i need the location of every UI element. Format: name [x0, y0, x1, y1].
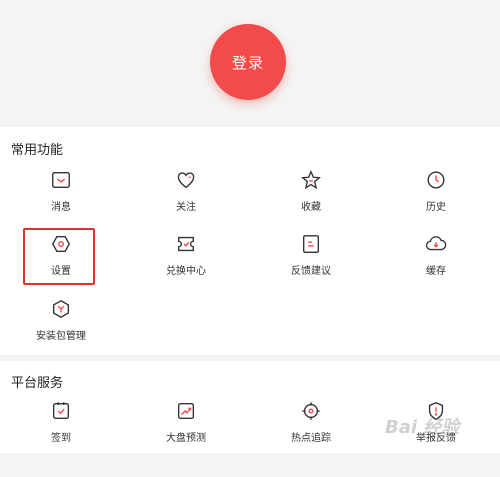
menu-item-label: 大盘预测 [166, 433, 206, 444]
menu-item-message[interactable]: 消息 [11, 168, 111, 222]
menu-item-market-forecast[interactable]: 大盘预测 [136, 399, 236, 453]
menu-item-label: 安装包管理 [36, 331, 86, 342]
menu-item-cache[interactable]: 缓存 [386, 232, 486, 286]
menu-item-label: 历史 [426, 202, 446, 213]
clock-icon [424, 168, 448, 192]
common-functions-section: 常用功能 消息 关注 收藏 历史 设置 兑换中心 反馈建议 缓存 安装包管理 [0, 127, 500, 355]
menu-item-label: 缓存 [426, 266, 446, 277]
menu-item-label: 热点追踪 [291, 433, 331, 444]
feedback-icon [299, 232, 323, 256]
menu-item-feedback[interactable]: 反馈建议 [261, 232, 361, 286]
menu-item-checkin[interactable]: 签到 [11, 399, 111, 453]
menu-item-history[interactable]: 历史 [386, 168, 486, 222]
menu-item-follow[interactable]: 关注 [136, 168, 236, 222]
section-title-common: 常用功能 [11, 143, 64, 158]
menu-item-label: 关注 [176, 202, 196, 213]
login-button[interactable]: 登录 [210, 24, 286, 100]
star-icon [299, 168, 323, 192]
header-area: 登录 [0, 0, 500, 127]
menu-item-label: 消息 [51, 202, 71, 213]
message-icon [49, 168, 73, 192]
checkin-icon [49, 399, 73, 423]
settings-highlight-box [23, 228, 95, 285]
section-title-platform: 平台服务 [11, 376, 64, 391]
menu-item-package-manager[interactable]: 安装包管理 [11, 297, 111, 351]
cloud-download-icon [424, 232, 448, 256]
menu-item-hot-tracking[interactable]: 热点追踪 [261, 399, 361, 453]
menu-item-label: 兑换中心 [166, 266, 206, 277]
watermark: Bai 经验 [385, 417, 460, 438]
menu-item-favorites[interactable]: 收藏 [261, 168, 361, 222]
menu-item-label: 签到 [51, 433, 71, 444]
trend-chart-icon [174, 399, 198, 423]
target-icon [299, 399, 323, 423]
exchange-icon [174, 232, 198, 256]
heart-icon [174, 168, 198, 192]
menu-item-exchange-center[interactable]: 兑换中心 [136, 232, 236, 286]
platform-services-section: 平台服务 签到 大盘预测 热点追踪 举报反馈 [0, 361, 500, 453]
menu-item-label: 收藏 [301, 202, 321, 213]
menu-item-label: 反馈建议 [291, 266, 331, 277]
bottom-strip [0, 453, 500, 477]
package-icon [49, 297, 73, 321]
